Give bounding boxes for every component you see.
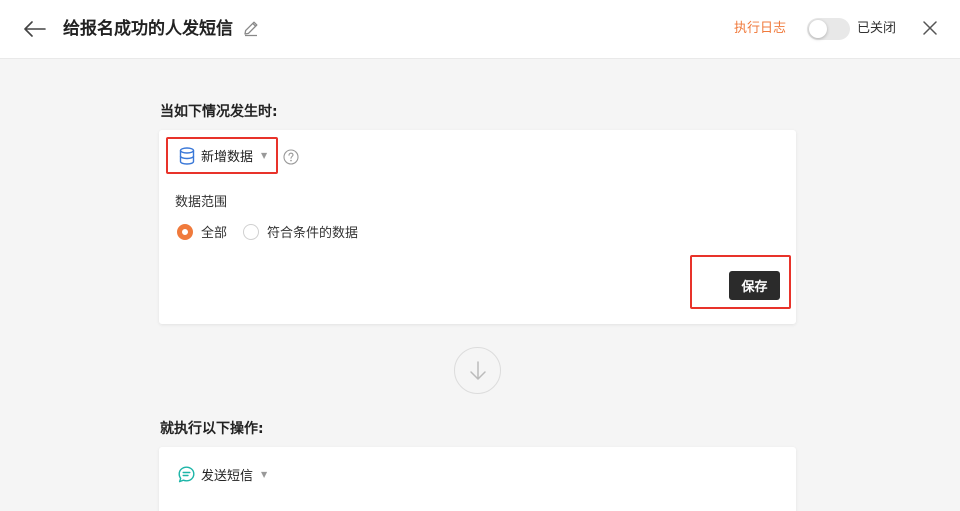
arrow-left-icon xyxy=(24,21,46,37)
execution-log-link[interactable]: 执行日志 xyxy=(734,19,786,39)
arrow-down-icon xyxy=(469,360,486,380)
enable-toggle[interactable] xyxy=(807,18,850,40)
chevron-down-icon: ▼ xyxy=(261,151,268,160)
flow-connector xyxy=(454,347,501,394)
close-icon xyxy=(923,21,937,35)
radio-all[interactable] xyxy=(177,223,193,240)
database-icon xyxy=(179,146,195,165)
action-type-label: 发送短信 xyxy=(201,469,254,484)
back-button[interactable] xyxy=(22,16,48,42)
radio-option-conditional[interactable]: 符合条件的数据 xyxy=(243,222,358,241)
save-button[interactable]: 保存 xyxy=(729,271,780,300)
toggle-knob xyxy=(809,20,827,38)
radio-conditional-label: 符合条件的数据 xyxy=(267,226,359,241)
save-highlight: 保存 xyxy=(690,255,791,309)
action-card: 发送短信 ▼ xyxy=(159,447,796,511)
trigger-type-label: 新增数据 xyxy=(201,150,254,165)
trigger-type-select[interactable]: 新增数据 ▼ xyxy=(166,137,278,174)
radio-option-all[interactable]: 全部 xyxy=(177,222,227,241)
chat-bubble-icon xyxy=(178,466,195,483)
close-button[interactable] xyxy=(920,18,940,38)
page-title: 给报名成功的人发短信 xyxy=(63,19,233,39)
radio-conditional[interactable] xyxy=(243,223,260,240)
data-range-radio-group: 全部 符合条件的数据 xyxy=(177,222,374,241)
action-type-select[interactable]: 发送短信 ▼ xyxy=(178,465,267,484)
trigger-heading: 当如下情况发生时: xyxy=(160,104,278,120)
trigger-card: 新增数据 ▼ 数据范围 全部 符合条件的数据 保存 xyxy=(159,130,796,324)
pencil-icon[interactable] xyxy=(242,19,260,37)
radio-all-label: 全部 xyxy=(201,226,228,241)
data-range-label: 数据范围 xyxy=(175,195,228,210)
header-bar: 给报名成功的人发短信 执行日志 已关闭 xyxy=(0,0,960,59)
question-circle-icon[interactable] xyxy=(283,149,299,165)
action-heading: 就执行以下操作: xyxy=(160,421,264,437)
toggle-status-label: 已关闭 xyxy=(857,21,897,36)
chevron-down-icon: ▼ xyxy=(261,470,268,479)
